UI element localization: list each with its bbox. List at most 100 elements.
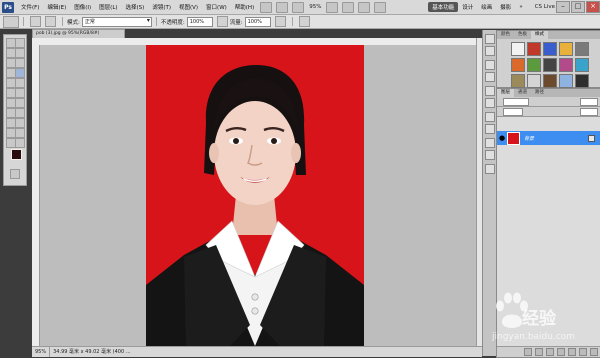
dodge-tool-icon[interactable]	[15, 98, 25, 108]
clone-source-panel-icon[interactable]	[485, 72, 495, 82]
opacity-input[interactable]: 100%	[186, 16, 213, 27]
brush-panel-icon[interactable]	[485, 60, 495, 70]
visibility-eye-icon[interactable]: ●	[497, 134, 507, 142]
tab-paths[interactable]: 路径	[531, 89, 548, 97]
portrait-illustration	[146, 45, 364, 346]
brush-tool-icon[interactable]	[15, 68, 25, 78]
menu-view[interactable]: 视图(V)	[175, 3, 202, 11]
paragraph-panel-icon[interactable]	[485, 98, 495, 108]
menu-help[interactable]: 帮助(H)	[231, 3, 258, 11]
layer-name[interactable]: 背景	[524, 135, 534, 142]
menu-file[interactable]: 文件(F)	[17, 3, 43, 11]
hand-tool-icon[interactable]	[326, 1, 339, 13]
flow-input[interactable]: 100%	[244, 16, 271, 27]
shape-tool-icon[interactable]	[15, 118, 25, 128]
minimize-button[interactable]: –	[556, 1, 570, 13]
close-button[interactable]: ×	[586, 1, 600, 13]
menu-image[interactable]: 图像(I)	[70, 3, 95, 11]
link-layers-icon[interactable]	[524, 348, 532, 356]
lock-options[interactable]	[503, 107, 523, 116]
group-icon[interactable]	[568, 348, 576, 356]
adjustments-panel-icon[interactable]	[485, 138, 495, 148]
brush-preset-icon[interactable]	[3, 15, 19, 28]
masks-panel-icon[interactable]	[485, 150, 495, 160]
style-swatch[interactable]	[575, 74, 589, 88]
marquee-tool-icon[interactable]	[15, 38, 25, 48]
tab-channels[interactable]: 通道	[514, 89, 531, 97]
maximize-button[interactable]: □	[571, 1, 585, 13]
style-swatch[interactable]	[527, 58, 541, 72]
pressure-opacity-icon[interactable]	[216, 16, 228, 27]
layer-style-icon[interactable]	[535, 348, 543, 356]
style-swatch[interactable]	[575, 58, 589, 72]
workspace-more-icon[interactable]: »	[515, 3, 526, 11]
tab-styles[interactable]: 样式	[531, 31, 548, 39]
style-swatch[interactable]	[543, 42, 557, 56]
fill-input[interactable]	[580, 107, 598, 116]
face-shape	[214, 101, 296, 205]
layer-mask-icon[interactable]	[546, 348, 554, 356]
tab-layers[interactable]: 图层	[497, 89, 514, 97]
workspace-design[interactable]: 设计	[458, 2, 477, 12]
bridge-icon[interactable]	[260, 1, 273, 13]
delete-layer-icon[interactable]	[590, 348, 598, 356]
style-swatch[interactable]	[559, 42, 573, 56]
cs-live-button[interactable]: CS Live	[535, 4, 555, 10]
menu-filter[interactable]: 滤镜(T)	[148, 3, 175, 11]
screen-mode-icon[interactable]	[374, 1, 387, 13]
tools-panel	[3, 34, 27, 186]
mini-bridge-icon[interactable]	[276, 1, 289, 13]
blend-mode-select[interactable]	[503, 97, 529, 106]
zoom-tool-icon[interactable]	[342, 1, 355, 13]
tab-swatches[interactable]: 色板	[514, 31, 531, 39]
workspace-essentials[interactable]: 基本功能	[428, 2, 459, 12]
layer-row-background[interactable]: ● 背景	[497, 131, 600, 145]
airbrush-icon[interactable]	[274, 16, 286, 27]
pressure-size-icon[interactable]	[298, 16, 310, 27]
type-tool-icon[interactable]	[15, 108, 25, 118]
layer-opacity-input[interactable]	[580, 97, 598, 106]
menu-window[interactable]: 窗口(W)	[202, 3, 231, 11]
style-swatch[interactable]	[559, 58, 573, 72]
style-swatch[interactable]	[543, 74, 557, 88]
style-swatch[interactable]	[527, 74, 541, 88]
foreground-color-swatch[interactable]	[11, 149, 22, 160]
gradient-tool-icon[interactable]	[15, 88, 25, 98]
eyedropper-tool-icon[interactable]	[15, 58, 25, 68]
menu-select[interactable]: 选择(S)	[122, 3, 149, 11]
brush-size-icon[interactable]	[30, 16, 41, 27]
style-swatch[interactable]	[511, 58, 525, 72]
zoom-tool-icon[interactable]	[15, 138, 25, 148]
history-brush-tool-icon[interactable]	[15, 78, 25, 88]
actions-panel-icon[interactable]	[485, 46, 495, 56]
3d-orbit-tool-icon[interactable]	[15, 128, 25, 138]
navigator-panel-icon[interactable]	[485, 124, 495, 134]
style-swatch[interactable]	[543, 58, 557, 72]
mode-select[interactable]: 正常	[81, 16, 152, 27]
portrait-photo[interactable]	[146, 45, 364, 346]
extras-icon[interactable]	[292, 1, 305, 13]
quick-select-tool-icon[interactable]	[15, 48, 25, 58]
tab-color[interactable]: 颜色	[497, 31, 514, 39]
style-swatch[interactable]	[575, 42, 589, 56]
histogram-panel-icon[interactable]	[485, 164, 495, 174]
zoom-level[interactable]: 95%	[309, 4, 321, 10]
character-panel-icon[interactable]	[485, 86, 495, 96]
workspace-painting[interactable]: 绘画	[477, 2, 496, 12]
quick-mask-icon[interactable]	[10, 169, 20, 179]
canvas-area[interactable]	[40, 45, 476, 346]
arrange-documents-icon[interactable]	[358, 1, 371, 13]
menu-edit[interactable]: 编辑(E)	[43, 3, 70, 11]
style-swatch[interactable]	[559, 74, 573, 88]
menu-layer[interactable]: 图层(L)	[95, 3, 121, 11]
info-panel-icon[interactable]	[485, 112, 495, 122]
style-swatch[interactable]	[511, 42, 525, 56]
lock-row	[497, 107, 600, 117]
adjustment-layer-icon[interactable]	[557, 348, 565, 356]
brush-panel-icon[interactable]	[45, 16, 56, 27]
style-swatch[interactable]	[527, 42, 541, 56]
history-panel-icon[interactable]	[485, 34, 495, 44]
new-layer-icon[interactable]	[579, 348, 587, 356]
workspace-photography[interactable]: 摄影	[496, 2, 515, 12]
style-swatch[interactable]	[511, 74, 525, 88]
